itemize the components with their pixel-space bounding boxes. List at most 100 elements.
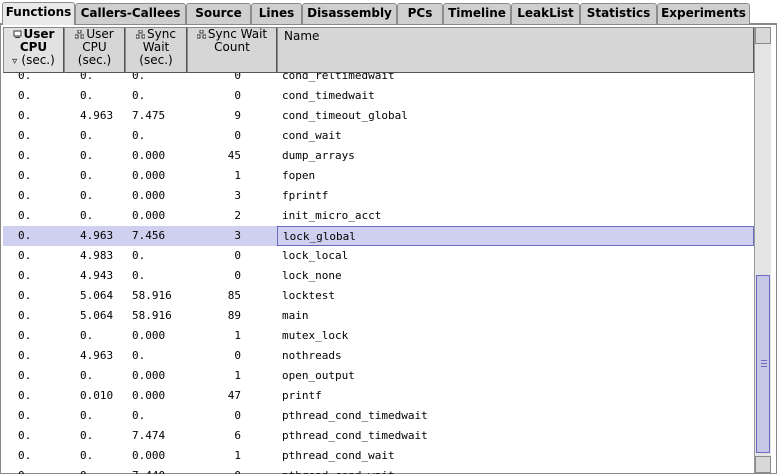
inclusive-metric-icon — [136, 30, 146, 39]
tab-statistics[interactable]: Statistics — [580, 3, 657, 24]
table-row[interactable]: 0. 0. 0. 0 cond_timedwait — [3, 86, 754, 106]
column-label-line1: User — [86, 27, 114, 41]
table-row[interactable]: 0. 0. 0.000 1 fopen — [3, 166, 754, 186]
table-row[interactable]: 0. 0. 0. 0 cond_reltimedwait — [3, 73, 754, 86]
vertical-scrollbar[interactable] — [754, 27, 771, 473]
metric-cell: 0 — [234, 349, 241, 362]
metric-cell: 85 — [227, 289, 241, 302]
scroll-down-button[interactable] — [755, 456, 771, 473]
metric-cell: 0 — [234, 129, 241, 142]
metric-cell: 0. — [80, 429, 94, 442]
function-name-cell: fprintf — [282, 189, 329, 202]
metric-cell: 0 — [234, 73, 241, 82]
function-name-cell: lock_local — [282, 249, 349, 262]
tab-callers-callees[interactable]: Callers-Callees — [75, 3, 186, 24]
column-label-line1: Sync Wait — [207, 27, 268, 41]
table-row[interactable]: 0. 0. 0.000 1 mutex_lock — [3, 326, 754, 346]
metric-cell: 5.064 — [80, 309, 114, 322]
tab-lines[interactable]: Lines — [251, 3, 302, 24]
metric-cell: 0. — [18, 209, 32, 222]
column-header-name[interactable]: Name — [277, 27, 754, 73]
tab-experiments[interactable]: Experiments — [657, 3, 750, 24]
column-header-inclusive-user-cpu[interactable]: User CPU (sec.) — [64, 27, 125, 73]
function-name-cell: mutex_lock — [282, 329, 349, 342]
metric-cell: 0.000 — [132, 369, 166, 382]
table-row[interactable]: 0. 4.963 7.456 3 lock_global — [3, 226, 754, 246]
column-label-line1: Sync — [147, 27, 176, 41]
metric-cell: 0. — [18, 329, 32, 342]
table-row[interactable]: 0. 0. 0. 0 cond_wait — [3, 126, 754, 146]
function-name-cell: pthread_cond_timedwait — [282, 429, 428, 442]
column-header-exclusive-user-cpu[interactable]: User CPU ▿ (sec.) — [3, 27, 64, 73]
table-row[interactable]: 0. 0. 7.474 6 pthread_cond_timedwait — [3, 426, 754, 446]
metric-cell: 0.000 — [132, 149, 166, 162]
metric-cell: 6 — [234, 429, 241, 442]
metric-cell: 45 — [227, 149, 241, 162]
metric-cell: 0. — [18, 449, 32, 462]
tab-leaklist[interactable]: LeakList — [511, 3, 580, 24]
table-row[interactable]: 0. 4.983 0. 0 lock_local — [3, 246, 754, 266]
column-label-unit: (sec.) — [21, 53, 55, 67]
table-row[interactable]: 0. 0. 0. 0 pthread_cond_timedwait — [3, 406, 754, 426]
metric-cell: 0. — [80, 329, 94, 342]
table-row[interactable]: 0. 5.064 58.916 85 locktest — [3, 286, 754, 306]
functions-panel: User CPU ▿ (sec.) User CPU (sec.) Sync W… — [0, 24, 777, 474]
metric-cell: 0. — [18, 73, 32, 82]
function-name-cell: locktest — [282, 289, 335, 302]
column-header-inclusive-sync-wait[interactable]: Sync Wait (sec.) — [125, 27, 187, 73]
table-row[interactable]: 0. 0. 0.000 1 pthread_cond_wait — [3, 446, 754, 466]
metric-cell: 0.010 — [80, 389, 114, 402]
sort-descending-icon: ▿ — [12, 56, 18, 67]
metric-cell: 0. — [80, 409, 94, 422]
table-row[interactable]: 0. 0. 0.000 45 dump_arrays — [3, 146, 754, 166]
metric-cell: 3 — [234, 189, 241, 202]
tab-timeline[interactable]: Timeline — [443, 3, 511, 24]
metric-cell: 0.000 — [132, 389, 166, 402]
table-row[interactable]: 0. 0. 7.4400 pthread_cond_wait — [3, 466, 754, 474]
metric-cell: 1 — [234, 369, 241, 382]
metric-cell: 0. — [18, 309, 32, 322]
table-row[interactable]: 0. 0.010 0.000 47 printf — [3, 386, 754, 406]
metric-cell: 0. — [18, 249, 32, 262]
metric-cell: 0. — [132, 409, 146, 422]
metric-cell: 4.983 — [80, 249, 114, 262]
metric-cell: 0 — [234, 249, 241, 262]
function-name-cell: lock_global — [277, 226, 754, 246]
metric-cell: 0. — [80, 189, 94, 202]
inclusive-metric-icon — [75, 30, 85, 39]
metric-cell: 0. — [18, 429, 32, 442]
tab-source[interactable]: Source — [186, 3, 251, 24]
metric-cell: 0. — [80, 369, 94, 382]
scroll-up-button[interactable] — [755, 27, 771, 44]
metric-cell: 4.963 — [80, 109, 114, 122]
metric-cell: 9 — [234, 109, 241, 122]
tab-disassembly[interactable]: Disassembly — [302, 3, 397, 24]
table-row[interactable]: 0. 0. 0.000 2 init_micro_acct — [3, 206, 754, 226]
table-row[interactable]: 0. 4.963 0. 0 nothreads — [3, 346, 754, 366]
function-name-cell: main — [282, 309, 309, 322]
table-row[interactable]: 0. 5.064 58.916 89 main — [3, 306, 754, 326]
tab-bar: Functions Callers-Callees Source Lines Disas… — [0, 0, 777, 25]
metric-cell: 0. — [18, 149, 32, 162]
metric-cell: 0. — [80, 449, 94, 462]
column-header-sync-wait-count[interactable]: Sync Wait Count — [187, 27, 277, 73]
table-row[interactable]: 0. 0. 0.000 1 open_output — [3, 366, 754, 386]
metric-cell: 0. — [80, 129, 94, 142]
table-row[interactable]: 0. 4.943 0. 0 lock_none — [3, 266, 754, 286]
scrollbar-thumb[interactable] — [756, 275, 770, 453]
metric-cell: 0. — [80, 169, 94, 182]
metric-cell: 0. — [132, 349, 146, 362]
table-row[interactable]: 0. 0. 0.000 3 fprintf — [3, 186, 754, 206]
metric-cell: 47 — [227, 389, 241, 402]
inclusive-metric-icon — [196, 30, 206, 39]
function-name-cell: pthread_cond_wait — [277, 466, 754, 474]
metric-cell: 0. — [18, 269, 32, 282]
function-name-cell: init_micro_acct — [282, 209, 382, 222]
tab-pcs[interactable]: PCs — [397, 3, 443, 24]
metric-cell: 5.064 — [80, 289, 114, 302]
metric-cell: 0. — [80, 73, 94, 82]
function-name-cell: cond_timeout_global — [282, 109, 408, 122]
tab-functions[interactable]: Functions — [2, 2, 75, 25]
function-name-cell: lock_none — [282, 269, 342, 282]
table-row[interactable]: 0. 4.963 7.475 9 cond_timeout_global — [3, 106, 754, 126]
